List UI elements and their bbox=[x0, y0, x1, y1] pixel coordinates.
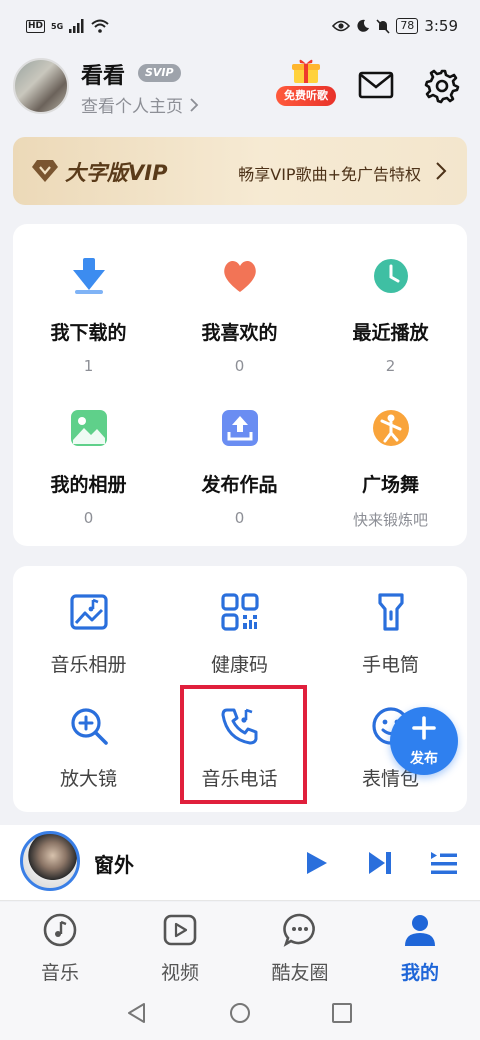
system-nav-bar bbox=[0, 986, 480, 1040]
person-icon bbox=[405, 915, 435, 946]
clock-time: 3:59 bbox=[424, 17, 458, 35]
music-album-icon bbox=[69, 594, 108, 630]
grid-item-downloads[interactable]: 我下载的 1 bbox=[13, 256, 164, 375]
my-content-card: 我下载的 1 我喜欢的 0 最近播放 2 我的相册 0 发布作品 0 广场舞 快… bbox=[13, 224, 467, 546]
grid-item-recent[interactable]: 最近播放 2 bbox=[315, 256, 466, 375]
tool-label: 手电筒 bbox=[361, 654, 419, 676]
grid-item-publish[interactable]: 发布作品 0 bbox=[164, 408, 315, 527]
profile-link[interactable]: 查看个人主页 bbox=[81, 92, 199, 117]
wifi-icon bbox=[91, 19, 109, 33]
chevron-right-icon bbox=[190, 97, 199, 112]
signal-icon bbox=[69, 19, 84, 33]
grid-item-album[interactable]: 我的相册 0 bbox=[13, 408, 164, 527]
profile-link-label: 查看个人主页 bbox=[81, 97, 183, 117]
grid-item-count: 快来锻炼吧 bbox=[352, 511, 428, 529]
publish-fab-button[interactable]: 发布 bbox=[390, 707, 458, 775]
tool-health-code[interactable]: 健康码 bbox=[164, 592, 315, 677]
diamond-icon bbox=[32, 160, 58, 182]
play-icon[interactable] bbox=[302, 849, 330, 877]
album-cover[interactable] bbox=[20, 831, 80, 891]
back-icon[interactable] bbox=[126, 1002, 148, 1024]
mute-bell-icon bbox=[376, 18, 390, 34]
vip-banner[interactable]: 大字版VIP 畅享VIP歌曲+免广告特权 bbox=[13, 137, 467, 205]
free-listen-label: 免费听歌 bbox=[276, 86, 336, 106]
tool-magnifier[interactable]: 放大镜 bbox=[13, 706, 164, 791]
grid-item-label: 广场舞 bbox=[361, 474, 419, 496]
username[interactable]: 看看 bbox=[81, 58, 125, 90]
tool-label: 音乐相册 bbox=[50, 654, 127, 676]
vip-title: 大字版VIP bbox=[65, 161, 168, 185]
grid-item-count: 1 bbox=[83, 357, 94, 375]
hd-indicator: HD bbox=[26, 19, 46, 33]
chevron-right-icon bbox=[436, 162, 447, 180]
grid-item-label: 我的相册 bbox=[50, 474, 127, 496]
status-bar: HD 5G 78 3:59 bbox=[0, 0, 480, 52]
grid-item-label: 我下载的 bbox=[50, 322, 127, 344]
playlist-icon[interactable] bbox=[430, 849, 458, 877]
vip-description: 畅享VIP歌曲+免广告特权 bbox=[238, 165, 421, 184]
magnifier-icon bbox=[70, 708, 108, 745]
upload-icon bbox=[221, 410, 258, 446]
tool-music-phone[interactable]: 音乐电话 bbox=[164, 706, 315, 791]
tools-card: 音乐相册 健康码 手电筒 放大镜 音乐电话 表情包 bbox=[13, 566, 467, 812]
tab-friends[interactable]: 酷友圈 bbox=[240, 912, 360, 985]
grid-item-count: 0 bbox=[234, 509, 245, 527]
tool-label: 放大镜 bbox=[59, 768, 117, 790]
tab-mine[interactable]: 我的 bbox=[360, 912, 480, 985]
grid-item-label: 最近播放 bbox=[352, 322, 429, 344]
status-left: HD 5G bbox=[26, 19, 109, 33]
grid-item-label: 发布作品 bbox=[201, 474, 278, 496]
plus-icon bbox=[412, 716, 436, 740]
mail-icon[interactable] bbox=[358, 70, 394, 100]
network-type: 5G bbox=[51, 21, 64, 31]
download-icon bbox=[72, 258, 105, 294]
tab-video[interactable]: 视频 bbox=[120, 912, 240, 985]
video-play-icon bbox=[163, 914, 197, 946]
tab-label: 酷友圈 bbox=[271, 962, 329, 984]
grid-item-square-dance[interactable]: 广场舞 快来锻炼吧 bbox=[315, 408, 466, 530]
grid-item-count: 0 bbox=[83, 509, 94, 527]
photo-icon bbox=[70, 410, 107, 446]
qr-code-icon bbox=[220, 593, 259, 631]
dance-icon bbox=[372, 410, 409, 446]
flashlight-icon bbox=[377, 593, 404, 631]
heart-icon bbox=[223, 260, 256, 292]
grid-item-count: 0 bbox=[234, 357, 245, 375]
clock-icon bbox=[373, 259, 408, 293]
publish-fab-label: 发布 bbox=[410, 751, 438, 767]
avatar[interactable] bbox=[13, 58, 69, 114]
home-icon[interactable] bbox=[229, 1002, 251, 1024]
tab-label: 音乐 bbox=[40, 962, 79, 984]
tab-music[interactable]: 音乐 bbox=[0, 912, 120, 985]
status-right: 78 3:59 bbox=[332, 17, 458, 35]
tool-label: 音乐电话 bbox=[201, 768, 278, 790]
recents-icon[interactable] bbox=[331, 1002, 353, 1024]
music-note-icon bbox=[43, 913, 77, 947]
tool-label: 健康码 bbox=[210, 654, 268, 676]
tab-label: 我的 bbox=[400, 962, 439, 984]
grid-item-favorites[interactable]: 我喜欢的 0 bbox=[164, 256, 315, 375]
tool-flashlight[interactable]: 手电筒 bbox=[315, 592, 466, 677]
tab-label: 视频 bbox=[160, 962, 199, 984]
grid-item-label: 我喜欢的 bbox=[201, 322, 278, 344]
chat-bubble-icon bbox=[283, 913, 315, 947]
mini-player[interactable]: 窗外 bbox=[0, 825, 480, 901]
gift-icon bbox=[292, 59, 320, 83]
song-title[interactable]: 窗外 bbox=[94, 849, 134, 878]
music-phone-icon bbox=[221, 708, 257, 745]
tool-music-album[interactable]: 音乐相册 bbox=[13, 592, 164, 677]
eye-icon bbox=[332, 20, 351, 32]
grid-item-count: 2 bbox=[385, 357, 396, 375]
moon-icon bbox=[357, 19, 370, 32]
profile-header: 看看 SVIP 查看个人主页 免费听歌 bbox=[0, 56, 480, 126]
free-listen-button[interactable]: 免费听歌 bbox=[274, 56, 338, 110]
battery-level: 78 bbox=[396, 18, 419, 34]
gear-icon[interactable] bbox=[424, 68, 460, 104]
svip-badge: SVIP bbox=[138, 64, 181, 82]
next-track-icon[interactable] bbox=[366, 849, 394, 877]
bottom-tab-bar: 音乐 视频 酷友圈 我的 bbox=[0, 902, 480, 986]
